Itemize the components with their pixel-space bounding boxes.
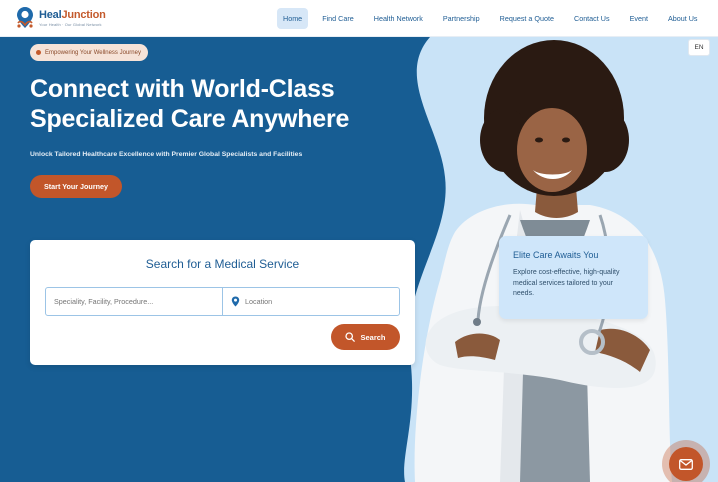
- search-fields: [45, 287, 400, 316]
- info-card-title: Elite Care Awaits You: [513, 250, 599, 260]
- specialty-field-wrapper: [46, 288, 222, 315]
- hero-title-line1: Connect with World-Class: [30, 75, 335, 103]
- envelope-icon: [679, 458, 693, 470]
- logo-icon: [17, 7, 33, 28]
- search-button-label: Search: [360, 332, 386, 342]
- location-field-wrapper: [222, 288, 399, 315]
- brand-logo[interactable]: HealJunction Your Health · Our Global Ne…: [14, 6, 106, 30]
- hero-title: Connect with World-Class Specialized Car…: [30, 74, 410, 134]
- hero-title-line2: Specialized Care Anywhere: [30, 105, 350, 133]
- hero-badge: Empowering Your Wellness Journey: [30, 44, 148, 61]
- nav-home[interactable]: Home: [277, 8, 309, 29]
- info-card-body: Explore cost-effective, high-quality med…: [513, 269, 620, 297]
- hero-badge-text: Empowering Your Wellness Journey: [45, 49, 141, 56]
- contact-mail-button[interactable]: [662, 440, 710, 482]
- elite-care-card: Elite Care Awaits You Explore cost-effec…: [499, 236, 648, 319]
- nav-about-us[interactable]: About Us: [662, 8, 704, 29]
- hero-subtitle: Unlock Tailored Healthcare Excellence wi…: [30, 151, 303, 158]
- nav-health-network[interactable]: Health Network: [368, 8, 429, 29]
- location-input[interactable]: [245, 297, 399, 306]
- nav-contact-us[interactable]: Contact Us: [568, 8, 616, 29]
- search-title: Search for a Medical Service: [145, 257, 300, 271]
- search-button[interactable]: Search: [331, 324, 400, 350]
- brand-name-part2: Junction: [61, 8, 106, 21]
- start-journey-button[interactable]: Start Your Journey: [30, 175, 122, 198]
- language-selector[interactable]: EN: [688, 39, 710, 56]
- site-header: HealJunction Your Health · Our Global Ne…: [0, 0, 718, 37]
- nav-request-quote[interactable]: Request a Quote: [494, 8, 560, 29]
- brand-name-part1: Heal: [39, 8, 62, 21]
- main-nav: Home Find Care Health Network Partnershi…: [277, 8, 712, 29]
- search-card: Search for a Medical Service Search: [30, 240, 415, 365]
- magnifier-icon: [345, 332, 356, 342]
- specialty-search-input[interactable]: [54, 297, 222, 306]
- nav-partnership[interactable]: Partnership: [437, 8, 486, 29]
- brand-tagline: Your Health · Our Global Network: [39, 21, 102, 27]
- mail-button-core: [669, 447, 703, 481]
- badge-dot-icon: [36, 50, 41, 55]
- map-pin-icon: [231, 296, 240, 307]
- nav-event[interactable]: Event: [624, 8, 654, 29]
- nav-find-care[interactable]: Find Care: [316, 8, 360, 29]
